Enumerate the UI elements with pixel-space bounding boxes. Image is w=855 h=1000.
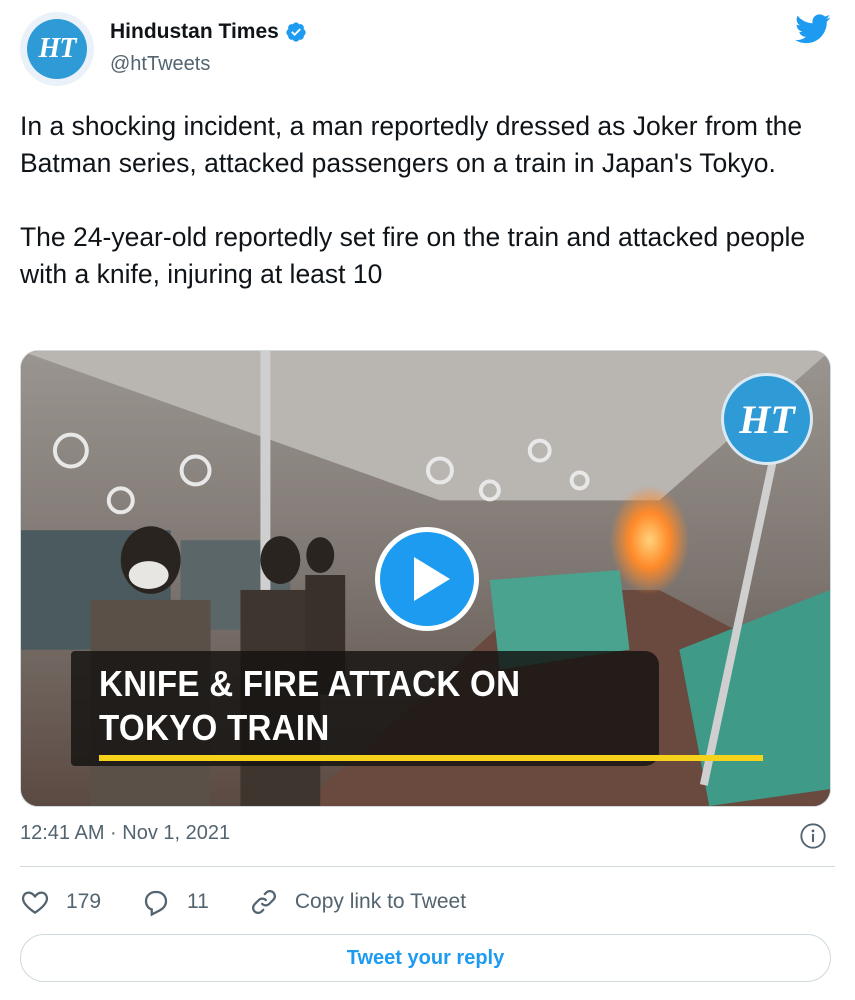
link-icon [251,890,276,914]
author-handle[interactable]: @htTweets [110,53,210,76]
tweet-paragraph: The 24-year-old reportedly set fire on t… [20,222,806,289]
tweet-actions: 179 11 Copy link to Tweet [20,884,506,920]
play-icon [414,557,450,601]
tweet-paragraph: In a shocking incident, a man reportedly… [20,111,803,178]
avatar[interactable]: HT [20,12,94,86]
twitter-logo-icon[interactable] [795,14,831,44]
video-title-line: KNIFE & FIRE ATTACK ON [99,663,521,704]
banner-stripe [99,755,763,761]
copy-link-button[interactable]: Copy link to Tweet [249,887,466,917]
info-icon[interactable] [799,822,827,850]
video-thumbnail[interactable]: HT KNIFE & FIRE ATTACK ON TOKYO TRAIN [20,350,831,807]
like-button[interactable]: 179 [20,887,101,917]
play-button[interactable] [375,527,479,631]
divider [20,866,835,867]
tweet-text: In a shocking incident, a man reportedly… [20,108,835,293]
verified-badge-icon [286,22,306,42]
avatar-logo: HT [27,19,87,79]
heart-icon [21,891,49,914]
ht-watermark-logo: HT [721,373,813,465]
author-name[interactable]: Hindustan Times [110,20,307,44]
reply-button[interactable]: 11 [141,887,209,917]
author-name-text: Hindustan Times [110,20,279,43]
video-title-line: TOKYO TRAIN [99,707,330,748]
tweet-timestamp[interactable]: 12:41 AM · Nov 1, 2021 [20,822,230,845]
tweet-reply-button[interactable]: Tweet your reply [20,934,831,982]
reply-bubble-icon [144,890,168,917]
copy-link-label: Copy link to Tweet [294,890,467,913]
like-count: 179 [66,890,102,913]
reply-count: 11 [187,890,209,913]
